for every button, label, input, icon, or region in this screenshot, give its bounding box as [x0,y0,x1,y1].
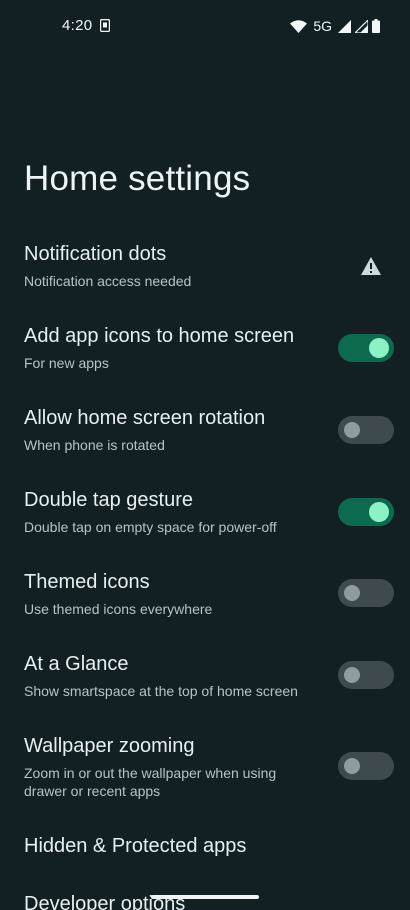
setting-subtitle: Double tap on empty space for power-off [24,519,277,535]
home-screen-rotation-toggle[interactable] [338,416,394,444]
setting-title: At a Glance [24,653,129,675]
warning-icon [361,257,381,275]
setting-double-tap-gesture[interactable]: Double tap gesture Double tap on empty s… [0,489,410,569]
setting-themed-icons[interactable]: Themed icons Use themed icons everywhere [0,571,410,651]
toggle-knob [369,502,389,522]
setting-wallpaper-zooming[interactable]: Wallpaper zooming Zoom in or out the wal… [0,735,410,805]
setting-title: Themed icons [24,571,150,593]
setting-title: Notification dots [24,243,167,265]
add-app-icons-toggle[interactable] [338,334,394,362]
toggle-knob [369,338,389,358]
signal-icon [338,19,351,33]
signal-icon [355,19,368,33]
double-tap-gesture-toggle[interactable] [338,498,394,526]
wallpaper-zooming-toggle[interactable] [338,752,394,780]
toggle-knob [344,585,360,601]
network-type: 5G [313,18,332,34]
at-a-glance-toggle[interactable] [338,661,394,689]
setting-home-screen-rotation[interactable]: Allow home screen rotation When phone is… [0,407,410,487]
home-settings-screen: 4:20 5G Home settings Notification dots … [0,0,410,910]
setting-subtitle: When phone is rotated [24,437,165,453]
setting-subtitle: Use themed icons everywhere [24,601,213,617]
sim-notification-icon [100,19,110,32]
setting-notification-dots[interactable]: Notification dots Notification access ne… [0,243,410,323]
page-title: Home settings [24,159,251,198]
setting-title: Add app icons to home screen [24,325,295,347]
setting-title: Wallpaper zooming [24,735,195,757]
themed-icons-toggle[interactable] [338,579,394,607]
toggle-knob [344,422,360,438]
setting-add-app-icons[interactable]: Add app icons to home screen For new app… [0,325,410,405]
status-bar: 4:20 5G [0,0,410,52]
hidden-protected-apps-item[interactable]: Hidden & Protected apps [24,835,246,858]
setting-title: Double tap gesture [24,489,194,511]
setting-subtitle: Notification access needed [24,273,192,289]
status-icons: 5G [290,17,380,35]
wifi-icon [290,19,308,33]
toggle-knob [344,758,360,774]
status-time: 4:20 [62,17,93,34]
setting-subtitle: For new apps [24,355,109,371]
toggle-knob [344,667,360,683]
setting-at-a-glance[interactable]: At a Glance Show smartspace at the top o… [0,653,410,733]
setting-subtitle: Zoom in or out the wallpaper when using … [24,765,277,799]
setting-subtitle: Show smartspace at the top of home scree… [24,683,298,699]
battery-icon [372,19,380,33]
gesture-nav-handle[interactable] [151,895,259,899]
setting-title: Allow home screen rotation [24,407,266,429]
